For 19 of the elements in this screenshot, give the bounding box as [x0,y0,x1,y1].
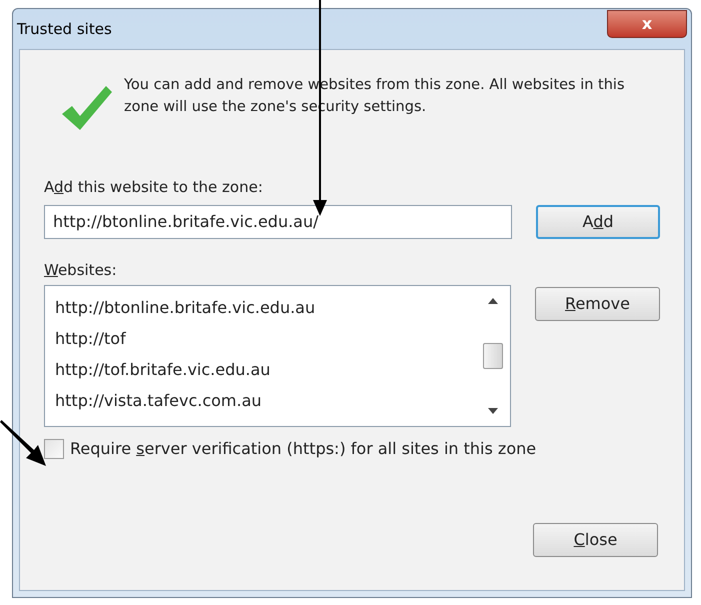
remove-button[interactable]: Remove [535,287,660,321]
close-button[interactable]: x [607,10,687,38]
website-item[interactable]: http://tof [55,323,482,354]
close-button[interactable]: Close [533,523,658,557]
websites-label: Websites: [44,260,118,280]
url-input-field[interactable]: http://btonline.britafe.vic.edu.au/ [44,204,512,238]
website-item[interactable]: http://vista.tafevc.com.au [55,385,482,416]
checkbox-label: Require server verification (https:) for all sites in this zone [70,438,536,460]
field-label: Add this website to the zone: [44,177,264,198]
scroll-up-icon[interactable] [488,298,498,304]
window-title: Trusted sites [17,18,112,40]
annotation-arrow [0,420,46,466]
scroll-down-icon[interactable] [488,408,498,414]
checkbox[interactable] [44,439,64,459]
scrollbar-thumb[interactable] [483,343,503,369]
websites-list[interactable]: http://btonline.britafe.vic.edu.au http://tof http://tof.britafe.vic.edu.au http://vista.tafevc.com.au [44,285,511,427]
website-item[interactable]: http://btonline.britafe.vic.edu.au [55,292,482,323]
website-item[interactable]: http://tof.britafe.vic.edu.au [55,354,482,385]
add-button[interactable]: Add [536,204,660,238]
